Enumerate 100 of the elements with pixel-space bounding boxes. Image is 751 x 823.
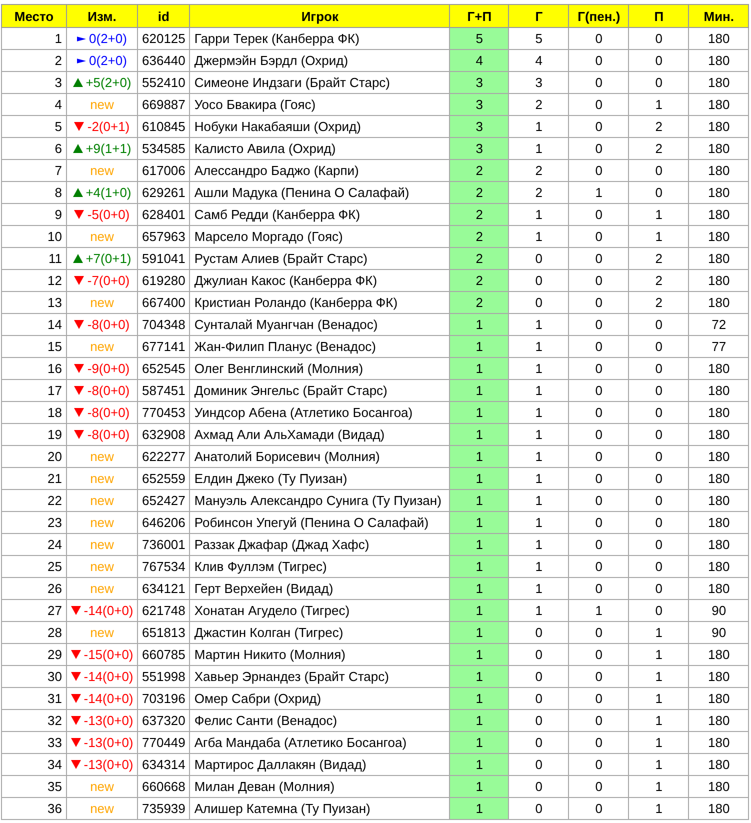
table-cell: 5: [450, 28, 509, 50]
table-cell: 0: [568, 666, 629, 688]
table-cell: 180: [688, 248, 749, 270]
table-cell: 0: [628, 182, 689, 204]
change-value: -13(0+0): [84, 757, 134, 772]
table-cell: 1: [508, 600, 569, 622]
table-cell: Симеоне Индзаги (Брайт Старс): [190, 72, 450, 94]
table-cell: 1: [628, 754, 689, 776]
table-cell: 10: [2, 226, 66, 248]
table-cell: Самб Редди (Канберра ФК): [190, 204, 450, 226]
table-cell: 0: [628, 160, 689, 182]
table-cell: 0: [568, 644, 629, 666]
triangle-down-icon: [74, 364, 84, 374]
table-cell: 634314: [138, 754, 190, 776]
table-cell: 617006: [138, 160, 190, 182]
table-cell: 0: [568, 468, 629, 490]
table-cell: 657963: [138, 226, 190, 248]
table-cell: 1: [508, 556, 569, 578]
table-cell: Джастин Колган (Тигрес): [190, 622, 450, 644]
table-cell: 180: [688, 160, 749, 182]
table-cell: 3: [450, 94, 509, 116]
table-cell: 31: [2, 688, 66, 710]
triangle-down-icon: [74, 276, 84, 286]
table-cell: 1: [450, 512, 509, 534]
table-cell: 14: [2, 314, 66, 336]
table-cell: 8: [2, 182, 66, 204]
triangle-up-icon: [72, 188, 83, 198]
table-cell: 28: [2, 622, 66, 644]
table-cell: Алишер Катемна (Ту Пуизан): [190, 798, 450, 820]
table-cell: 703196: [138, 688, 190, 710]
table-cell: 0: [568, 578, 629, 600]
table-cell: 2: [628, 116, 689, 138]
table-cell: Уиндсор Абена (Атлетико Босангоа): [190, 402, 450, 424]
change-value: -5(0+0): [87, 207, 130, 222]
triangle-down-icon: [70, 716, 81, 726]
table-cell: 0: [568, 116, 629, 138]
table-cell: 0: [508, 798, 569, 820]
table-cell: 551998: [138, 666, 190, 688]
table-cell: 0: [508, 622, 569, 644]
table-cell: Алессандро Баджо (Карпи): [190, 160, 450, 182]
triangle-down-icon: [70, 760, 81, 770]
table-cell: 1: [508, 204, 569, 226]
column-header: Мин.: [688, 4, 749, 28]
table-cell: 180: [688, 292, 749, 314]
triangle-down-icon: [74, 408, 84, 418]
table-cell: 621748: [138, 600, 190, 622]
table-cell: 27: [2, 600, 66, 622]
table-cell: 587451: [138, 380, 190, 402]
table-cell: 11: [2, 248, 66, 270]
table-cell: 0: [508, 292, 569, 314]
table-cell: 1: [450, 754, 509, 776]
table-cell: 1: [450, 710, 509, 732]
table-cell: 19: [2, 424, 66, 446]
table-cell: 1: [508, 138, 569, 160]
table-cell: 0: [568, 72, 629, 94]
table-cell: 652545: [138, 358, 190, 380]
change-value: new: [90, 295, 114, 310]
table-cell: 180: [688, 94, 749, 116]
change-value: -14(0+0): [84, 691, 134, 706]
change-value: new: [90, 625, 114, 640]
table-cell: 636440: [138, 50, 190, 72]
table-cell: 652559: [138, 468, 190, 490]
table-cell: 677141: [138, 336, 190, 358]
table-cell: 704348: [138, 314, 190, 336]
table-cell: 0: [568, 534, 629, 556]
table-cell: 0: [568, 798, 629, 820]
change-value: +7(0+1): [86, 251, 132, 266]
table-cell: 637320: [138, 710, 190, 732]
table-cell: Милан Деван (Молния): [190, 776, 450, 798]
table-cell: 180: [688, 578, 749, 600]
table-cell: 1: [450, 358, 509, 380]
table-cell: Омер Сабри (Охрид): [190, 688, 450, 710]
table-cell: 0: [568, 556, 629, 578]
change-value: -2(0+1): [87, 119, 130, 134]
table-cell: 3: [450, 116, 509, 138]
table-cell: 17: [2, 380, 66, 402]
table-cell: 180: [688, 116, 749, 138]
change-value: new: [90, 449, 114, 464]
table-cell: 0: [568, 512, 629, 534]
table-cell: 0: [628, 380, 689, 402]
column-header: Место: [2, 4, 66, 28]
table-cell: 1: [450, 666, 509, 688]
table-cell: 0: [628, 600, 689, 622]
table-cell: 5: [2, 116, 66, 138]
table-cell: 610845: [138, 116, 190, 138]
triangle-down-icon: [74, 122, 84, 132]
table-cell: 180: [688, 556, 749, 578]
table-cell: 0: [628, 402, 689, 424]
table-cell: 1: [508, 402, 569, 424]
table-cell: 1: [450, 380, 509, 402]
table-cell: 1: [628, 226, 689, 248]
table-cell: 660785: [138, 644, 190, 666]
table-cell: 0: [568, 336, 629, 358]
table-cell: 180: [688, 490, 749, 512]
table-cell: 0: [628, 314, 689, 336]
table-cell: 767534: [138, 556, 190, 578]
table-cell: 34: [2, 754, 66, 776]
table-cell: 1: [508, 424, 569, 446]
table-cell: 180: [688, 446, 749, 468]
flag-icon: [77, 34, 86, 43]
